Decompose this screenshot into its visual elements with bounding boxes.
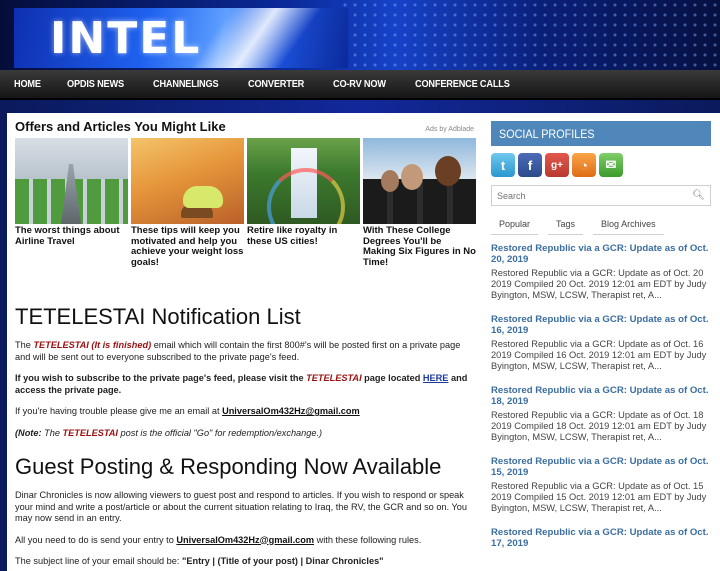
text: The (15, 340, 34, 350)
facebook-icon[interactable]: f (518, 153, 542, 177)
rss-icon[interactable]: ◔ (572, 153, 596, 177)
search-box: 🔍︎ (491, 185, 711, 206)
article-paragraph: Dinar Chronicles is now allowing viewers… (15, 490, 467, 523)
offers-header: Offers and Articles You Might Like Ads b… (15, 119, 474, 134)
text: The subject line of your email should be… (15, 556, 182, 566)
social-icons: t f g+ ◔ ✉ (491, 153, 711, 177)
tab-popular[interactable]: Popular (491, 215, 539, 235)
post-snippet: Restored Republic via a GCR: Update as o… (491, 410, 707, 442)
offer-image-graduates[interactable] (363, 138, 476, 224)
tetelestai-highlight: TETELESTAI (306, 373, 362, 383)
post-snippet: Restored Republic via a GCR: Update as o… (491, 268, 707, 300)
sidebar-tabs: Popular Tags Blog Archives (491, 215, 711, 235)
list-item: Restored Republic via a GCR: Update as o… (491, 243, 711, 301)
offer-card-airline[interactable]: The worst things about Airline Travel (15, 138, 128, 268)
nav-home[interactable]: HOME (14, 79, 41, 90)
search-icon[interactable]: 🔍︎ (692, 190, 705, 201)
offer-card-retire[interactable]: Retire like royalty in these US cities! (247, 138, 360, 268)
sidebar: SOCIAL PROFILES t f g+ ◔ ✉ 🔍︎ Popular Ta… (482, 113, 720, 571)
post-title-link[interactable]: Restored Republic via a GCR: Update as o… (491, 527, 711, 549)
tetelestai-highlight: TETELESTAI (It is finished) (33, 340, 152, 350)
list-item: Restored Republic via a GCR: Update as o… (491, 527, 711, 549)
post-title-link[interactable]: Restored Republic via a GCR: Update as o… (491, 456, 711, 478)
text: If you wish to subscribe to the private … (15, 373, 307, 383)
offer-image-running-shoes[interactable] (131, 138, 244, 224)
nav-co-rv-now[interactable]: CO-RV NOW (333, 79, 386, 90)
offer-caption[interactable]: The worst things about Airline Travel (15, 225, 128, 247)
article-title-tetelestai[interactable]: TETELESTAI Notification List (15, 304, 474, 330)
tab-tags[interactable]: Tags (548, 215, 584, 235)
article-paragraph: If you're having trouble please give me … (15, 406, 474, 418)
email-link[interactable]: UniversalOm432Hz@gmail.com (222, 406, 360, 416)
offer-image-waterfall[interactable] (247, 138, 360, 224)
tetelestai-highlight: TETELESTAI (62, 427, 118, 438)
article-paragraph: If you wish to subscribe to the private … (15, 373, 474, 396)
google-plus-icon[interactable]: g+ (545, 153, 569, 177)
post-title-link[interactable]: Restored Republic via a GCR: Update as o… (491, 314, 711, 336)
nav-channelings[interactable]: CHANNELINGS (153, 79, 219, 90)
text: page located (361, 373, 423, 383)
email-icon[interactable]: ✉ (599, 153, 623, 177)
text: post is the official "Go" for redemption… (117, 427, 323, 438)
offer-card-weight-loss[interactable]: These tips will keep you motivated and h… (131, 138, 244, 268)
article-paragraph: The subject line of your email should be… (15, 556, 474, 568)
popular-posts: Restored Republic via a GCR: Update as o… (491, 243, 711, 549)
list-item: Restored Republic via a GCR: Update as o… (491, 456, 711, 514)
text: All you need to do is send your entry to (15, 534, 177, 545)
article-note: (Note: The TETELESTAI post is the offici… (15, 428, 474, 440)
twitter-icon[interactable]: t (491, 153, 515, 177)
email-link[interactable]: UniversalOm432Hz@gmail.com (176, 535, 314, 545)
article-paragraph: All you need to do is send your entry to… (15, 535, 474, 547)
post-title-link[interactable]: Restored Republic via a GCR: Update as o… (491, 243, 711, 265)
subject-format: "Entry | (Title of your post) | Dinar Ch… (182, 556, 384, 566)
text: If you're having trouble please give me … (15, 406, 223, 416)
article-paragraph: The TETELESTAI (It is finished) email wh… (15, 340, 474, 363)
here-link[interactable]: HERE (423, 373, 449, 383)
post-title-link[interactable]: Restored Republic via a GCR: Update as o… (491, 385, 711, 407)
nav-converter[interactable]: CONVERTER (248, 79, 304, 90)
search-input[interactable] (497, 190, 677, 201)
post-snippet: Restored Republic via a GCR: Update as o… (491, 339, 707, 371)
tab-blog-archives[interactable]: Blog Archives (593, 215, 664, 235)
main-content: Offers and Articles You Might Like Ads b… (7, 113, 482, 571)
post-snippet: Restored Republic via a GCR: Update as o… (491, 481, 707, 513)
social-profiles-title: SOCIAL PROFILES (499, 127, 595, 141)
offer-caption[interactable]: With These College Degrees You'll be Mak… (363, 225, 476, 268)
offer-image-airplane-cabin[interactable] (15, 138, 128, 224)
text: (Note: (15, 427, 45, 438)
nav-conference-calls[interactable]: CONFERENCE CALLS (415, 79, 510, 90)
banner-dots-decoration (340, 0, 720, 70)
site-logo[interactable]: INTEL (14, 8, 348, 68)
offer-card-college[interactable]: With These College Degrees You'll be Mak… (363, 138, 476, 268)
text: The (44, 427, 63, 438)
list-item: Restored Republic via a GCR: Update as o… (491, 385, 711, 443)
header-banner: INTEL (0, 0, 720, 70)
offers-grid: The worst things about Airline Travel Th… (15, 138, 476, 268)
offer-caption[interactable]: Retire like royalty in these US cities! (247, 225, 360, 247)
nav-opdis-news[interactable]: OPDIS NEWS (67, 79, 124, 90)
text: with these following rules. (314, 534, 422, 545)
logo-text: INTEL (50, 13, 202, 64)
offers-title: Offers and Articles You Might Like (15, 119, 226, 134)
social-profiles-header: SOCIAL PROFILES (491, 121, 711, 146)
article-title-guest-posting[interactable]: Guest Posting & Responding Now Available (15, 454, 474, 480)
offer-caption[interactable]: These tips will keep you motivated and h… (131, 225, 244, 268)
list-item: Restored Republic via a GCR: Update as o… (491, 314, 711, 372)
ads-by-label[interactable]: Ads by Adblade (425, 126, 474, 133)
main-nav: HOME OPDIS NEWS CHANNELINGS CONVERTER CO… (0, 70, 720, 100)
background-stripe (0, 100, 720, 113)
